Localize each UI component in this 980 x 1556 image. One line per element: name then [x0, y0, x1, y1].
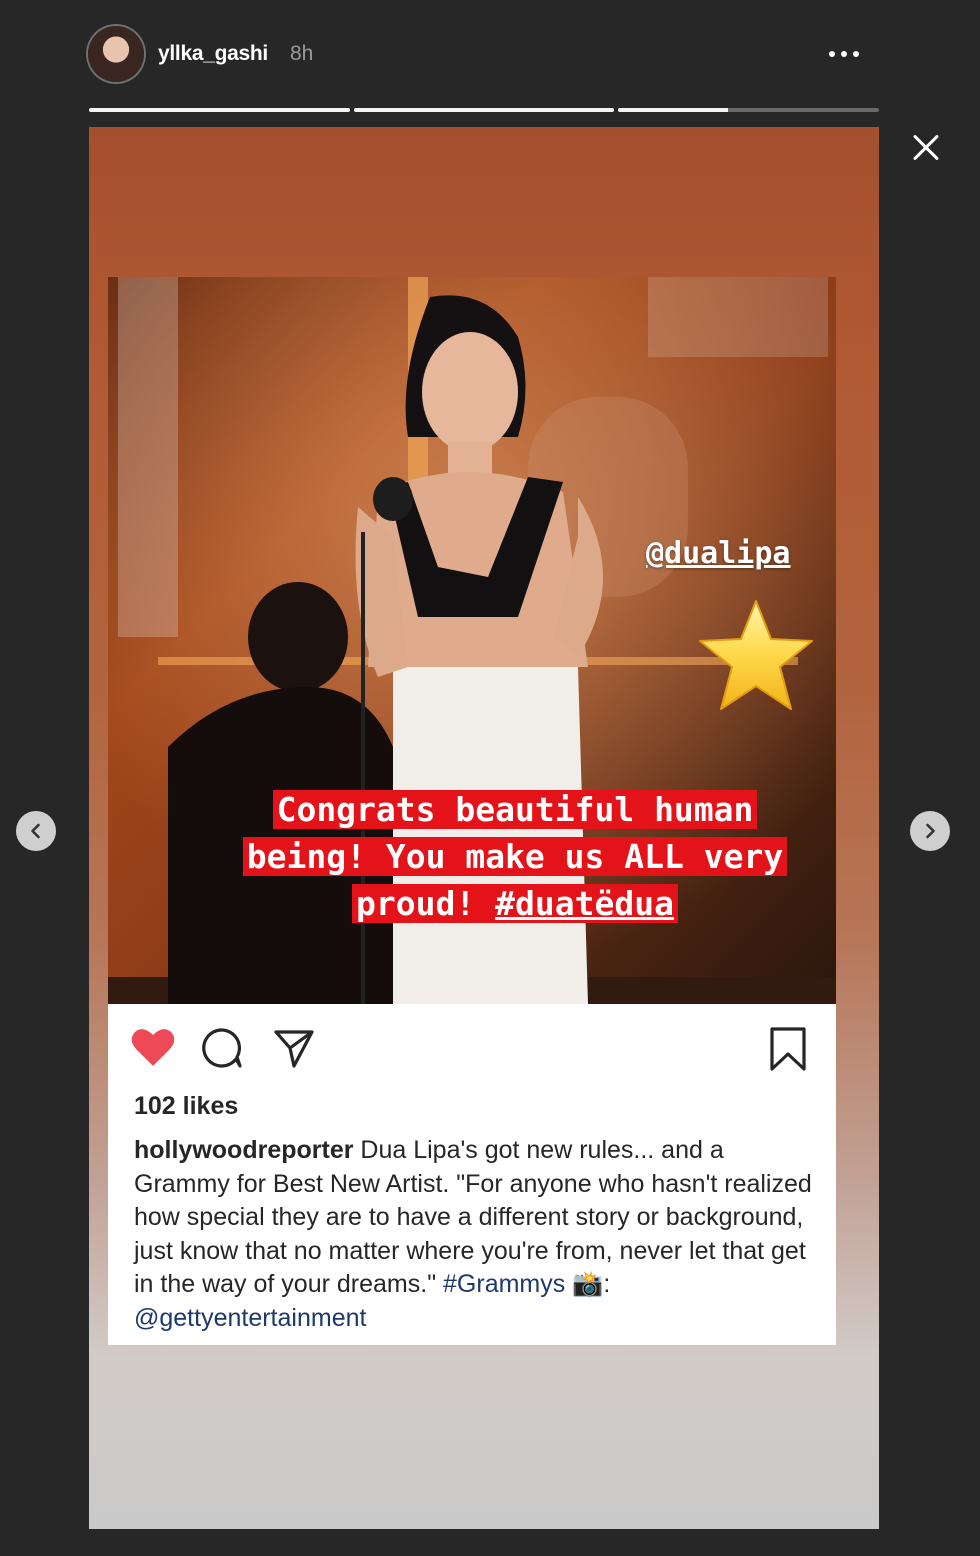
close-icon[interactable] [906, 128, 946, 168]
star-icon [699, 600, 813, 710]
caption-line-3: proud! #duatëdua [352, 884, 678, 923]
credit-link[interactable]: @gettyentertainment [134, 1304, 366, 1332]
mention-sticker[interactable]: @dualipa [646, 536, 791, 571]
bookmark-icon[interactable] [768, 1026, 808, 1072]
story-text-overlay: Congrats beautiful human being! You make… [160, 786, 870, 927]
camera-emoji: 📸 [572, 1270, 604, 1298]
chevron-right-icon[interactable] [910, 811, 950, 851]
chevron-left-icon[interactable] [16, 811, 56, 851]
post-time: 8h [290, 42, 314, 65]
story-progress [89, 108, 880, 112]
progress-segment [618, 108, 880, 112]
hashtag-link[interactable]: #Grammys [443, 1270, 565, 1298]
more-icon[interactable] [822, 36, 866, 72]
caption-line-3-text: proud! [356, 884, 476, 923]
caption-line-2: being! You make us ALL very [242, 837, 788, 876]
caption-line-1: Congrats beautiful human [272, 790, 758, 829]
credit-prefix: : [603, 1270, 611, 1298]
post-author[interactable]: hollywoodreporter [134, 1136, 353, 1164]
post-caption: hollywoodreporter Dua Lipa's got new rul… [134, 1134, 824, 1335]
story-header: yllka_gashi 8h [88, 26, 880, 86]
progress-fill [353, 108, 615, 112]
caption-hashtag[interactable]: #duatëdua [495, 884, 674, 923]
share-icon[interactable] [272, 1026, 316, 1070]
comment-icon[interactable] [200, 1026, 244, 1070]
progress-segment [353, 108, 615, 112]
post-footer: 102 likes hollywoodreporter Dua Lipa's g… [108, 1004, 836, 1345]
story-viewer: yllka_gashi 8h @dualipa Congrats beautif… [0, 0, 980, 1556]
username[interactable]: yllka_gashi [158, 42, 268, 66]
progress-fill [618, 108, 728, 112]
progress-segment [89, 108, 350, 112]
avatar[interactable] [88, 26, 144, 82]
likes-count[interactable]: 102 likes [134, 1092, 238, 1121]
heart-icon[interactable] [130, 1026, 176, 1068]
progress-fill [89, 108, 350, 112]
